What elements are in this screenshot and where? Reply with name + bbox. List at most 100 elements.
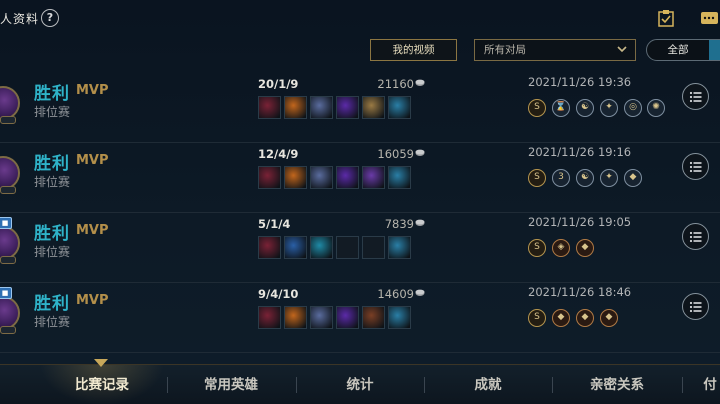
- gold-coin-icon: [415, 289, 425, 296]
- rune-icon: 3: [552, 169, 570, 187]
- item-slot[interactable]: [310, 166, 333, 189]
- game-mode: 排位赛: [34, 105, 71, 119]
- champion-avatar[interactable]: [0, 296, 20, 330]
- item-slot[interactable]: [284, 166, 307, 189]
- item-slot[interactable]: [336, 306, 359, 329]
- item-slot[interactable]: [258, 166, 281, 189]
- avatar-level-frame: [0, 326, 16, 334]
- rune-glyph: ⌛: [555, 102, 567, 112]
- item-slot[interactable]: [284, 96, 307, 119]
- segment-all[interactable]: 全部: [647, 40, 709, 60]
- gold-earned: 14609: [377, 287, 414, 301]
- my-video-button[interactable]: 我的视频: [370, 39, 457, 61]
- match-date: 2021/11/26 18:46: [528, 285, 632, 299]
- rune-glyph: ◆: [605, 312, 613, 322]
- rune-icon: ✦: [600, 169, 618, 187]
- rune-icon: ✦: [600, 99, 618, 117]
- rune-glyph: S: [534, 172, 540, 182]
- tab-favorite-champions[interactable]: 常用英雄: [168, 365, 294, 404]
- rune-icon: ☯: [576, 169, 594, 187]
- match-detail-button[interactable]: [682, 223, 709, 250]
- rune-icon: S: [528, 239, 546, 257]
- rune-icon: ✺: [647, 99, 665, 117]
- match-detail-button[interactable]: [682, 153, 709, 180]
- kda-text: 5/1/4: [258, 217, 291, 231]
- tab-more[interactable]: 付: [700, 365, 720, 404]
- game-mode: 排位赛: [34, 315, 71, 329]
- empty-item-slot[interactable]: [336, 236, 359, 259]
- chat-icon[interactable]: [700, 9, 718, 27]
- mvp-badge: MVP: [76, 83, 109, 98]
- item-slot[interactable]: [310, 306, 333, 329]
- item-slot[interactable]: [310, 96, 333, 119]
- match-row[interactable]: 胜利 MVP 排位赛 20/1/9 21160 2021/11/26 19:36 S ⌛ ☯ ✦ ◎…: [0, 73, 720, 143]
- item-slot[interactable]: [362, 166, 385, 189]
- match-date: 2021/11/26 19:05: [528, 215, 632, 229]
- item-slot[interactable]: [336, 96, 359, 119]
- filter-segment[interactable]: 全部: [646, 39, 720, 61]
- party-badge-icon: ■: [0, 287, 12, 299]
- match-detail-button[interactable]: [682, 293, 709, 320]
- champion-avatar[interactable]: [0, 226, 20, 260]
- bottom-nav: 比赛记录 常用英雄 统计 成就 亲密关系 付: [0, 359, 720, 404]
- item-slot[interactable]: [362, 306, 385, 329]
- item-slot[interactable]: [310, 236, 333, 259]
- item-slot[interactable]: [388, 236, 411, 259]
- match-type-select-value: 所有对局: [484, 44, 526, 56]
- avatar-level-frame: [0, 256, 16, 264]
- list-icon: [689, 301, 702, 313]
- match-row[interactable]: 胜利 MVP 排位赛 12/4/9 16059 2021/11/26 19:16 S 3 ☯ ✦ ◆: [0, 143, 720, 213]
- match-row[interactable]: ■ 胜利 MVP 排位赛 9/4/10 14609 2021/11/26 18:46 S ◆ ◆ ◆: [0, 283, 720, 353]
- empty-item-slot[interactable]: [362, 236, 385, 259]
- list-icon: [689, 161, 702, 173]
- rune-glyph: ◆: [557, 312, 565, 322]
- tab-relationships[interactable]: 亲密关系: [553, 365, 681, 404]
- list-icon: [689, 231, 702, 243]
- rune-icon: S: [528, 99, 546, 117]
- segment-other[interactable]: [709, 40, 720, 60]
- tab-statistics[interactable]: 统计: [297, 365, 423, 404]
- avatar-level-frame: [0, 186, 16, 194]
- tab-divider: [682, 377, 683, 393]
- tab-match-history[interactable]: 比赛记录: [40, 365, 164, 404]
- match-date: 2021/11/26 19:16: [528, 145, 632, 159]
- rune-glyph: 3: [558, 172, 564, 182]
- match-row[interactable]: ■ 胜利 MVP 排位赛 5/1/4 7839 2021/11/26 19:05 S ◈ ◆: [0, 213, 720, 283]
- item-slot[interactable]: [336, 166, 359, 189]
- rune-icon: ⌛: [552, 99, 570, 117]
- champion-avatar[interactable]: [0, 86, 20, 120]
- match-type-select[interactable]: 所有对局: [474, 39, 636, 61]
- item-slot[interactable]: [258, 236, 281, 259]
- mvp-badge: MVP: [76, 153, 109, 168]
- rune-glyph: ✦: [605, 172, 613, 182]
- game-mode: 排位赛: [34, 245, 71, 259]
- rune-icon: S: [528, 169, 546, 187]
- rune-glyph: ◈: [557, 242, 565, 252]
- item-slot[interactable]: [284, 236, 307, 259]
- gold-earned: 21160: [377, 77, 414, 91]
- gold-coin-icon: [415, 219, 425, 226]
- rune-icon: ☯: [576, 99, 594, 117]
- item-slot[interactable]: [258, 96, 281, 119]
- rune-glyph: ◆: [581, 312, 589, 322]
- item-slot[interactable]: [284, 306, 307, 329]
- party-badge-icon: ■: [0, 217, 12, 229]
- item-slot[interactable]: [258, 306, 281, 329]
- item-slot[interactable]: [388, 306, 411, 329]
- match-detail-button[interactable]: [682, 83, 709, 110]
- avatar-level-frame: [0, 116, 16, 124]
- champion-avatar[interactable]: [0, 156, 20, 190]
- item-slot[interactable]: [388, 96, 411, 119]
- clipboard-check-icon[interactable]: [657, 9, 675, 27]
- item-slot[interactable]: [388, 166, 411, 189]
- rune-glyph: S: [534, 242, 540, 252]
- rune-icon: S: [528, 309, 546, 327]
- mvp-badge: MVP: [76, 223, 109, 238]
- tab-achievements[interactable]: 成就: [425, 365, 551, 404]
- game-mode: 排位赛: [34, 175, 71, 189]
- rune-icon: ◆: [576, 239, 594, 257]
- rune-glyph: ✦: [605, 102, 613, 112]
- item-slot[interactable]: [362, 96, 385, 119]
- help-icon[interactable]: ?: [41, 9, 59, 27]
- gold-coin-icon: [415, 79, 425, 86]
